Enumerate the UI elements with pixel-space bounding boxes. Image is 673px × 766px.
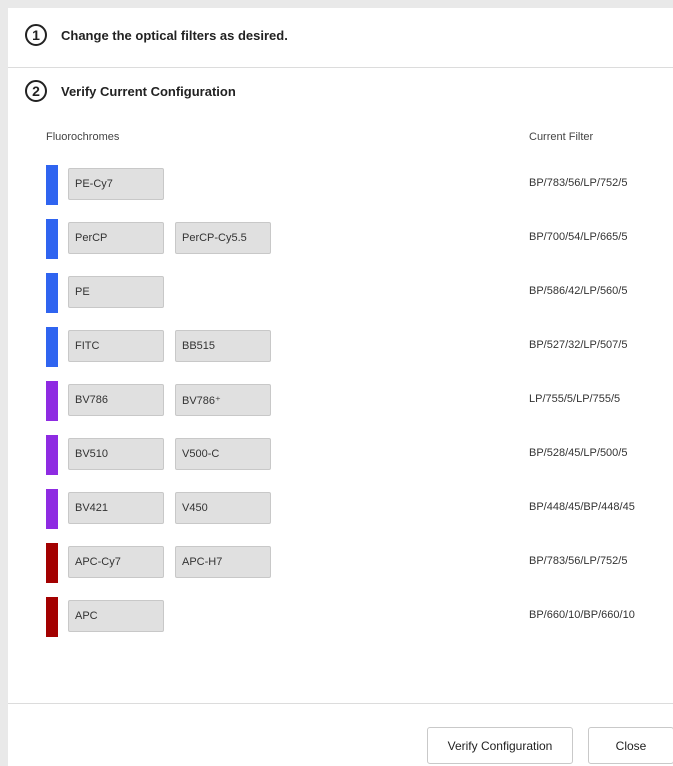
fluorochrome-chip[interactable]: APC-Cy7 [68, 546, 164, 578]
fluorochrome-chip[interactable]: BV786⁺ [175, 384, 271, 416]
fluorochrome-chip[interactable]: BB515 [175, 330, 271, 362]
table-row: BV421 V450 BP/448/45/BP/448/45 [8, 489, 673, 529]
current-filter-value: BP/586/42/LP/560/5 [529, 285, 628, 297]
fluorochromes-header: Fluorochromes [46, 131, 120, 143]
step-divider [8, 67, 673, 68]
fluorochrome-chip[interactable]: BV510 [68, 438, 164, 470]
step-1-title: Change the optical filters as desired. [61, 27, 288, 43]
fluorochrome-chip[interactable]: V500-C [175, 438, 271, 470]
table-row: APC BP/660/10/BP/660/10 [8, 597, 673, 637]
fluorochrome-chip[interactable]: APC-H7 [175, 546, 271, 578]
step-2-number: 2 [25, 80, 47, 102]
close-button[interactable]: Close [588, 727, 673, 764]
current-filter-value: BP/527/32/LP/507/5 [529, 339, 628, 351]
current-filter-value: BP/700/54/LP/665/5 [529, 231, 628, 243]
table-row: BV510 V500-C BP/528/45/LP/500/5 [8, 435, 673, 475]
table-row: PE-Cy7 BP/783/56/LP/752/5 [8, 165, 673, 205]
laser-color-swatch [46, 273, 58, 313]
fluorochrome-chip[interactable]: PerCP [68, 222, 164, 254]
fluorochrome-chip[interactable]: FITC [68, 330, 164, 362]
fluorochrome-chip[interactable]: PE-Cy7 [68, 168, 164, 200]
laser-color-swatch [46, 597, 58, 637]
fluorochrome-chip[interactable]: APC [68, 600, 164, 632]
laser-color-swatch [46, 489, 58, 529]
step-1-number: 1 [25, 24, 47, 46]
step-1: 1 Change the optical filters as desired. [25, 24, 288, 46]
current-filter-value: LP/755/5/LP/755/5 [529, 393, 621, 405]
step-2: 2 Verify Current Configuration [25, 80, 236, 102]
footer-divider [8, 703, 673, 704]
table-row: APC-Cy7 APC-H7 BP/783/56/LP/752/5 [8, 543, 673, 583]
laser-color-swatch [46, 165, 58, 205]
table-row: BV786 BV786⁺ LP/755/5/LP/755/5 [8, 381, 673, 421]
table-row: PE BP/586/42/LP/560/5 [8, 273, 673, 313]
current-filter-value: BP/528/45/LP/500/5 [529, 447, 628, 459]
table-row: PerCP PerCP-Cy5.5 BP/700/54/LP/665/5 [8, 219, 673, 259]
current-filter-value: BP/660/10/BP/660/10 [529, 609, 635, 621]
fluorochrome-chip[interactable]: BV786 [68, 384, 164, 416]
current-filter-value: BP/783/56/LP/752/5 [529, 177, 628, 189]
step-2-title: Verify Current Configuration [61, 83, 236, 99]
current-filter-value: BP/448/45/BP/448/45 [529, 501, 635, 513]
laser-color-swatch [46, 327, 58, 367]
laser-color-swatch [46, 435, 58, 475]
fluorochrome-chip[interactable]: PerCP-Cy5.5 [175, 222, 271, 254]
table-row: FITC BB515 BP/527/32/LP/507/5 [8, 327, 673, 367]
verify-configuration-button[interactable]: Verify Configuration [427, 727, 573, 764]
current-filter-header: Current Filter [529, 131, 594, 143]
fluorochrome-chip[interactable]: BV421 [68, 492, 164, 524]
fluorochrome-chip[interactable]: V450 [175, 492, 271, 524]
laser-color-swatch [46, 381, 58, 421]
laser-color-swatch [46, 543, 58, 583]
current-filter-value: BP/783/56/LP/752/5 [529, 555, 628, 567]
fluorochrome-chip[interactable]: PE [68, 276, 164, 308]
optical-config-panel: 1 Change the optical filters as desired.… [8, 8, 673, 766]
laser-color-swatch [46, 219, 58, 259]
